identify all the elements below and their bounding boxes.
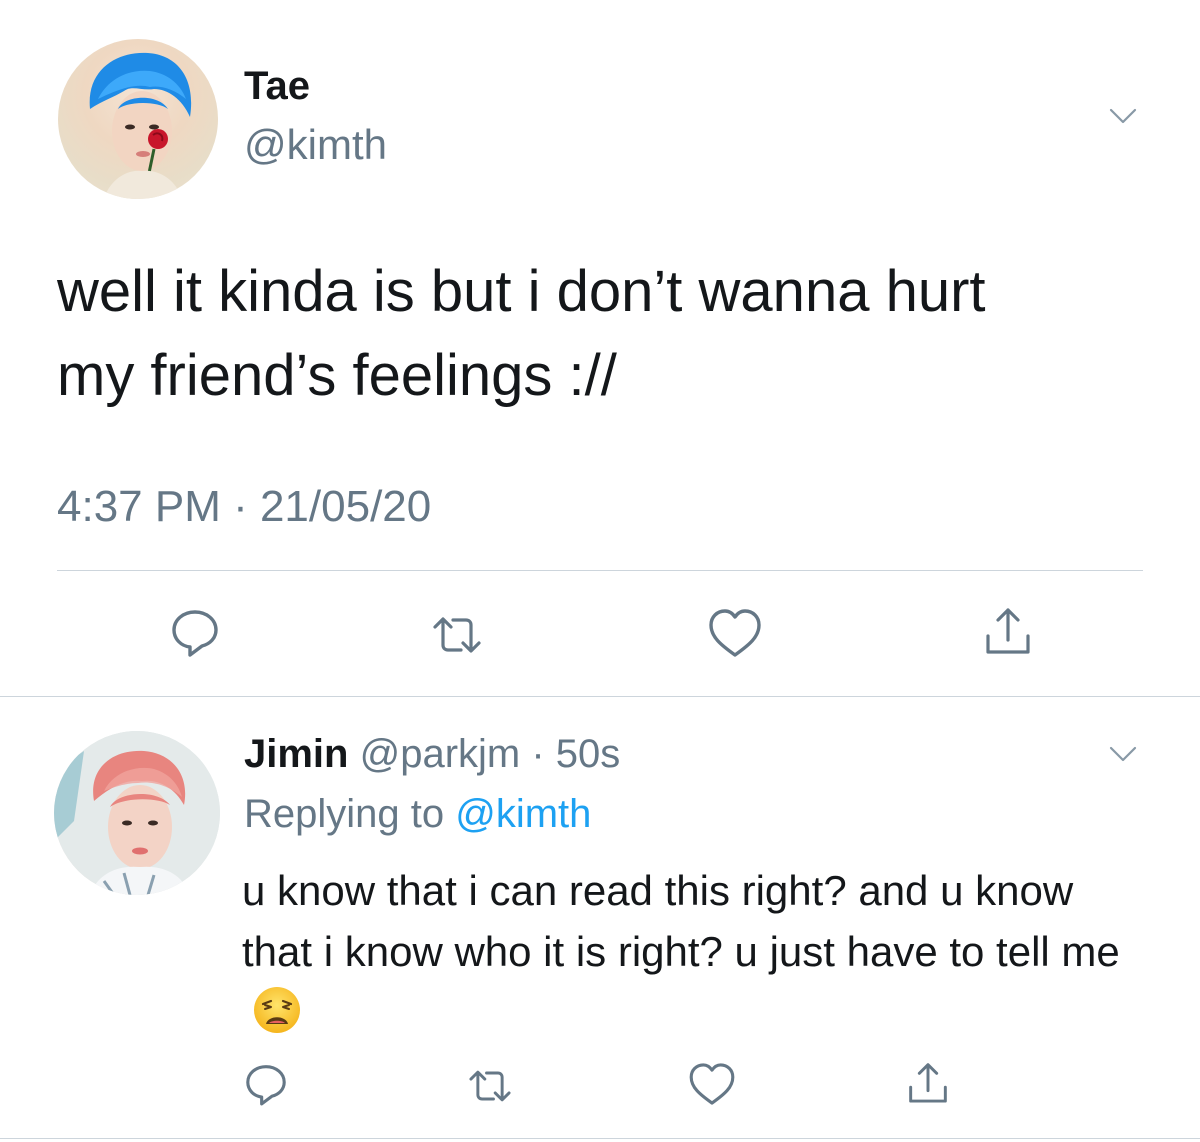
avatar-jimin[interactable]: [54, 731, 220, 895]
reply-icon[interactable]: [240, 1058, 292, 1110]
separator-dot: ·: [520, 732, 556, 776]
reply-text-block: u know that i can read this right? and u…: [242, 860, 1142, 1043]
divider: [0, 696, 1200, 697]
retweet-icon[interactable]: [427, 605, 487, 665]
reply-author-name[interactable]: Jimin: [244, 732, 348, 776]
reply-text: u know that i can read this right? and u…: [242, 867, 1120, 975]
tweet-timestamp[interactable]: 4:37 PM · 21/05/20: [57, 482, 431, 532]
retweet-icon[interactable]: [464, 1060, 516, 1112]
reply-icon[interactable]: [165, 602, 225, 662]
profile-photo: [54, 731, 220, 895]
divider: [57, 570, 1143, 571]
replying-prefix: Replying to: [244, 792, 456, 836]
share-icon[interactable]: [902, 1056, 954, 1108]
author-name[interactable]: Tae: [244, 64, 310, 109]
chevron-down-icon[interactable]: [1108, 100, 1138, 130]
tweet-text: well it kinda is but i don’t wanna hurt …: [57, 259, 986, 408]
reply-author-handle[interactable]: @parkjm: [360, 732, 521, 776]
like-icon[interactable]: [705, 603, 765, 663]
weary-face-emoji: [254, 987, 300, 1033]
replying-to-line: Replying to @kimth: [244, 792, 591, 837]
avatar-tae[interactable]: [58, 39, 218, 199]
share-icon[interactable]: [978, 600, 1038, 660]
reply-header: Jimin @parkjm · 50s: [244, 732, 620, 777]
replying-mention-link[interactable]: @kimth: [455, 792, 591, 836]
profile-photo: [89, 52, 192, 199]
divider: [0, 1138, 1200, 1139]
like-icon[interactable]: [686, 1058, 738, 1110]
chevron-down-icon[interactable]: [1108, 738, 1138, 768]
reply-time[interactable]: 50s: [556, 732, 621, 776]
author-handle[interactable]: @kimth: [244, 121, 387, 169]
